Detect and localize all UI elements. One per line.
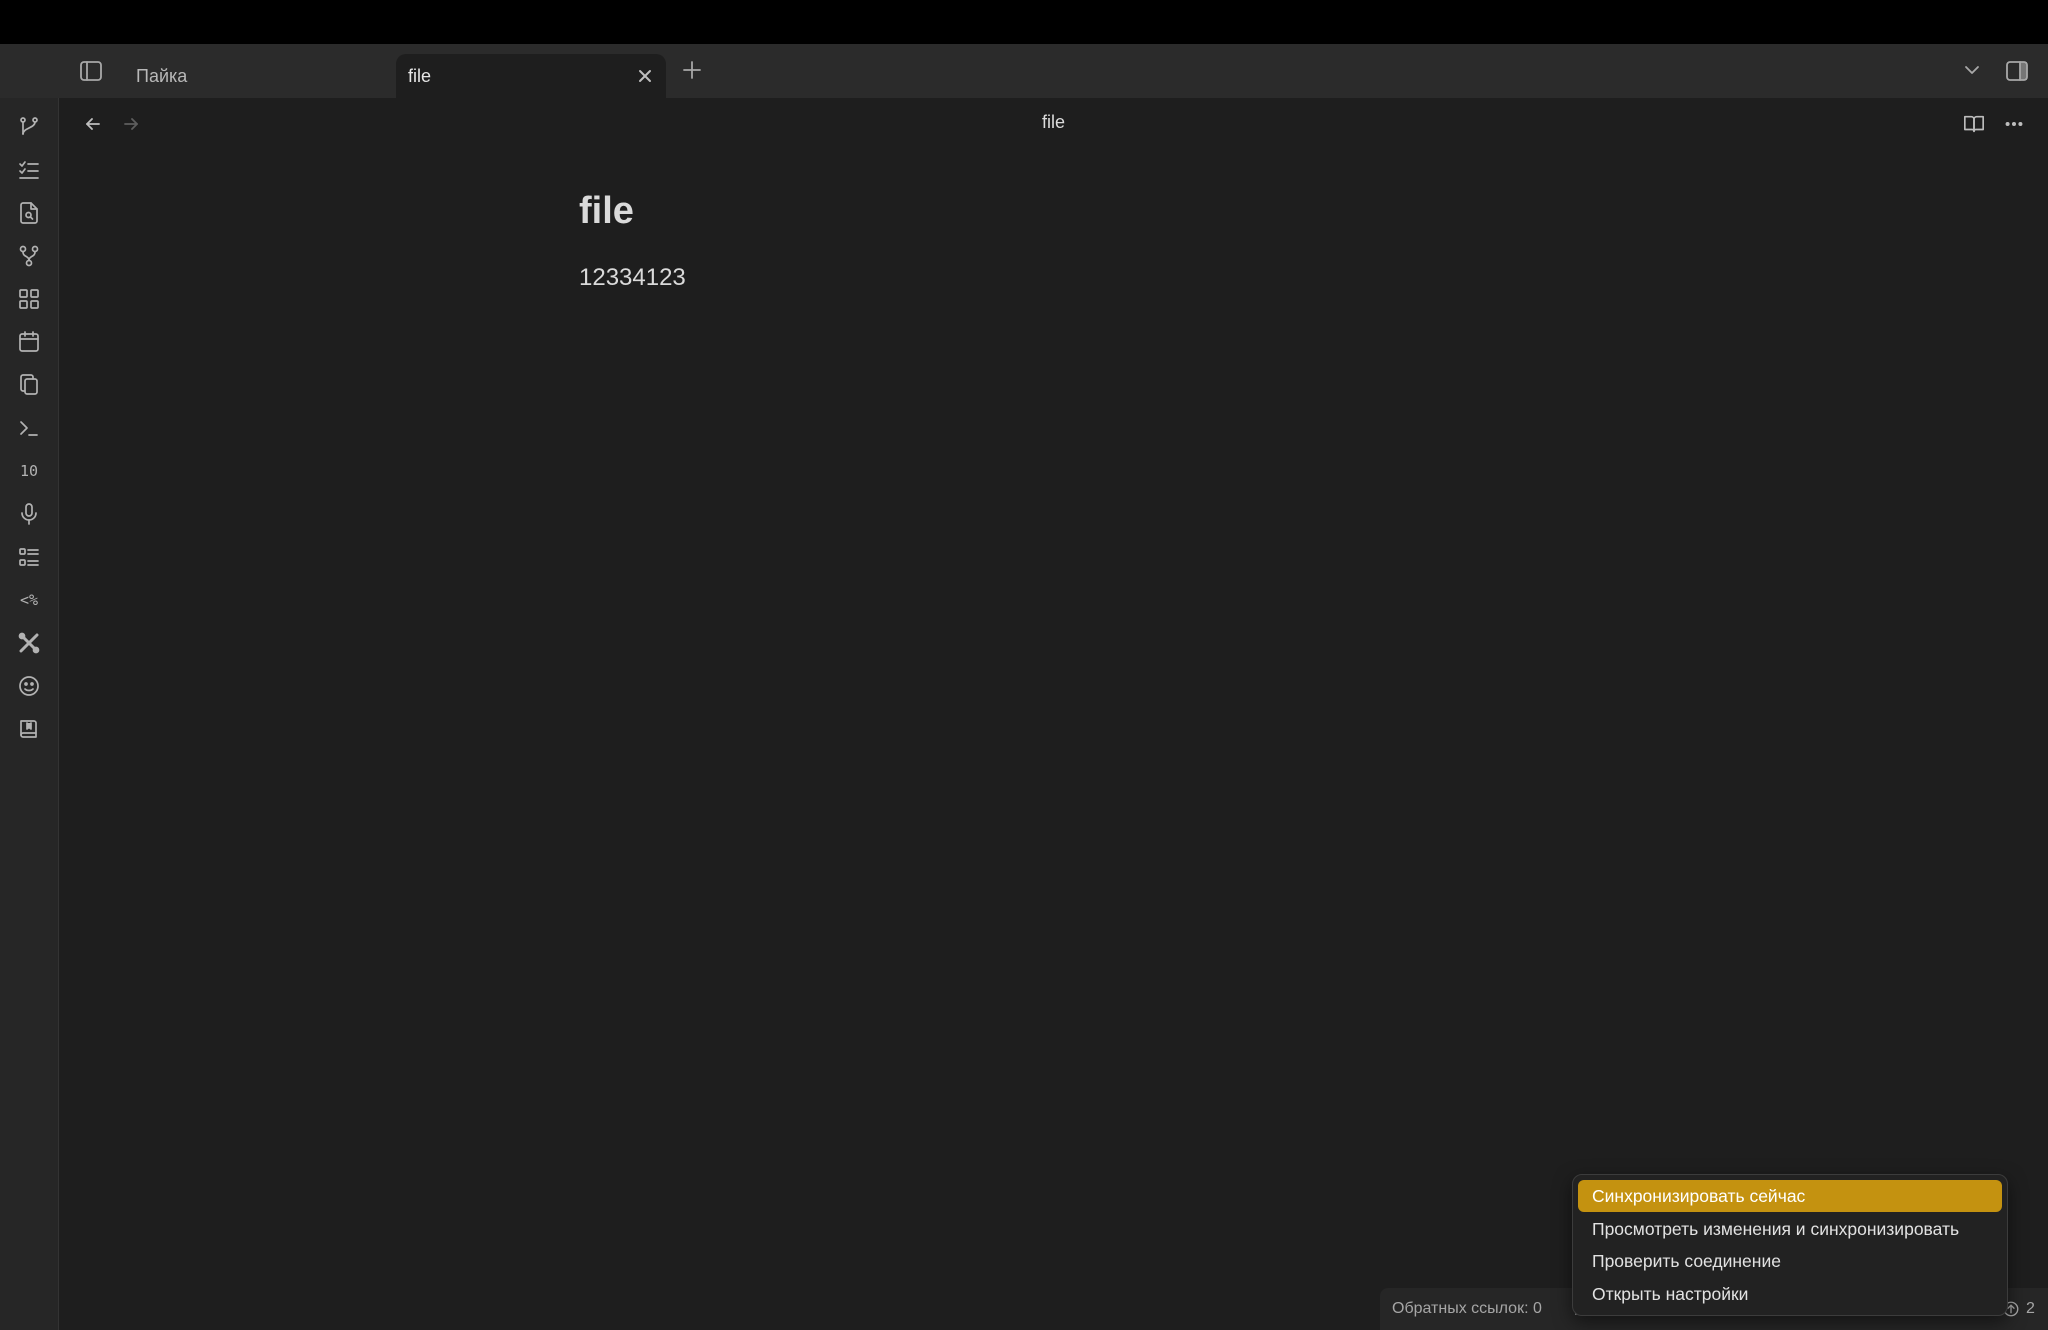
numbers-icon[interactable]: 10 [16,458,42,484]
bookmark-book-icon[interactable] [16,716,42,742]
more-options-icon[interactable] [2000,110,2028,138]
new-tab-plus-icon[interactable] [678,56,706,84]
graph-icon[interactable] [16,243,42,269]
tab-label: file [408,65,432,86]
checklist-icon[interactable] [16,157,42,183]
note-body[interactable]: 12334123 [579,264,686,292]
tab-bar: Пайка file [0,44,2048,98]
list-icon[interactable] [16,544,42,570]
copy-icon[interactable] [16,372,42,398]
view-header: file [59,98,2048,150]
sidebar-toggle-left-icon[interactable] [76,56,106,86]
microphone-icon[interactable] [16,501,42,527]
book-open-icon[interactable] [1960,110,1988,138]
terminal-icon[interactable] [16,415,42,441]
menu-item-check-connection[interactable]: Проверить соединение [1578,1245,2002,1277]
git-branch-icon[interactable] [16,114,42,140]
templater-glyph: <% [19,591,39,609]
tab-file[interactable]: file [396,54,666,98]
templater-icon[interactable]: <% [16,587,42,613]
sync-context-menu: Синхронизировать сейчас Просмотреть изме… [1572,1174,2008,1316]
window-titlebar [0,0,2048,44]
file-search-icon[interactable] [16,200,42,226]
menu-item-sync-now[interactable]: Синхронизировать сейчас [1578,1180,2002,1212]
left-ribbon: 10 <% [0,98,59,1330]
tab-paika[interactable]: Пайка [118,54,388,98]
chevron-down-icon[interactable] [1958,56,1986,84]
close-icon[interactable] [634,65,656,87]
menu-item-open-settings[interactable]: Открыть настройки [1578,1278,2002,1310]
menu-item-view-changes-sync[interactable]: Просмотреть изменения и синхронизировать [1578,1213,2002,1245]
numbers-glyph: 10 [19,462,39,480]
tab-label: Пайка [136,65,188,86]
face-icon[interactable] [16,673,42,699]
grid-icon[interactable] [16,286,42,312]
view-title[interactable]: file [59,112,2048,133]
sidebar-toggle-right-icon[interactable] [2002,56,2032,86]
note-title[interactable]: file [579,190,634,233]
calendar-icon[interactable] [16,329,42,355]
backlinks-count[interactable]: Обратных ссылок: 0 [1392,1300,1542,1318]
sync-count: 2 [2026,1300,2035,1317]
tools-icon[interactable] [16,630,42,656]
